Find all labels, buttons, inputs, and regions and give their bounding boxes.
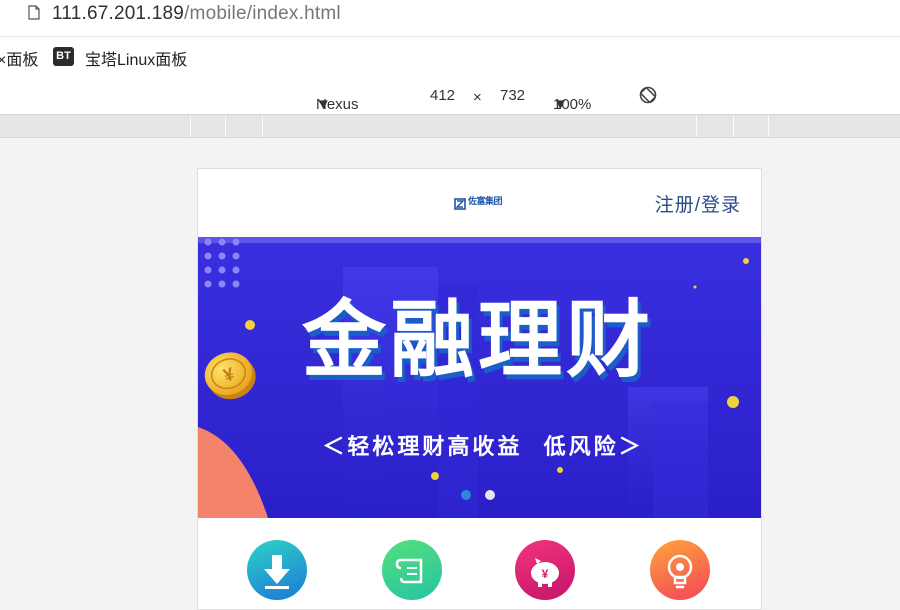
feature-icons: ¥ (198, 518, 761, 609)
carousel-dot-1[interactable] (461, 490, 471, 500)
lightbulb-icon (667, 554, 693, 589)
bookmark-panel-label: 面板 (6, 52, 39, 69)
feature-download[interactable] (247, 540, 307, 600)
dimension-separator: × (473, 89, 482, 106)
bookmark-panel[interactable]: ×面板 (0, 46, 38, 70)
banner-graphic: ¥ 金融理财 金融理财 ＜轻松理财高收益 低风险＞ (198, 237, 761, 518)
url-text[interactable]: 111.67.201.189/mobile/index.html (52, 3, 341, 25)
url-host: 111.67.201.189 (52, 3, 185, 24)
logo-text: 佐富集团 (468, 196, 503, 206)
height-input[interactable]: 732 (500, 87, 525, 104)
banner-carousel[interactable]: ¥ 金融理财 金融理财 ＜轻松理财高收益 低风险＞ (198, 237, 761, 518)
feature-scroll[interactable] (382, 540, 442, 600)
piggy-currency-symbol: ¥ (542, 567, 549, 581)
logo[interactable]: 佐富集团 (454, 195, 506, 213)
feature-piggy-bank[interactable]: ¥ (515, 540, 575, 600)
banner-subtitle: ＜轻松理财高收益 低风险＞ (322, 434, 643, 460)
page-icon (28, 5, 40, 20)
media-query-ruler (0, 115, 900, 138)
scroll-icon (395, 558, 423, 584)
login-register-link[interactable]: 注册/登录 (655, 190, 741, 217)
rotate-icon[interactable] (638, 85, 658, 105)
piggy-bank-icon: ¥ (531, 558, 559, 587)
width-input[interactable]: 412 (430, 87, 455, 104)
zoom-dropdown-icon: ▼ (553, 96, 568, 113)
mobile-page: 佐富集团 注册/登录 ¥ 金融理财 金融理财 ＜轻松理财高收益 低风险＞ ¥ (197, 168, 762, 610)
feature-lightbulb[interactable] (650, 540, 710, 600)
bookmark-bt-panel[interactable]: 宝塔Linux面板 (85, 46, 187, 70)
bt-icon[interactable]: BT (53, 47, 74, 66)
bookmarks-bar: ×面板 BT 宝塔Linux面板 (0, 36, 900, 79)
address-bar[interactable]: 111.67.201.189/mobile/index.html (0, 0, 900, 36)
banner-title: 金融理财 (302, 291, 654, 389)
mobile-header: 佐富集团 注册/登录 (198, 169, 761, 237)
device-toolbar: Nexus 6P ▼ 412 × 732 100% ▼ (0, 78, 900, 130)
device-dropdown-icon: ▼ (316, 96, 331, 113)
url-path: /mobile/index.html (184, 3, 341, 24)
carousel-dot-2[interactable] (485, 490, 495, 500)
download-icon (264, 555, 290, 589)
